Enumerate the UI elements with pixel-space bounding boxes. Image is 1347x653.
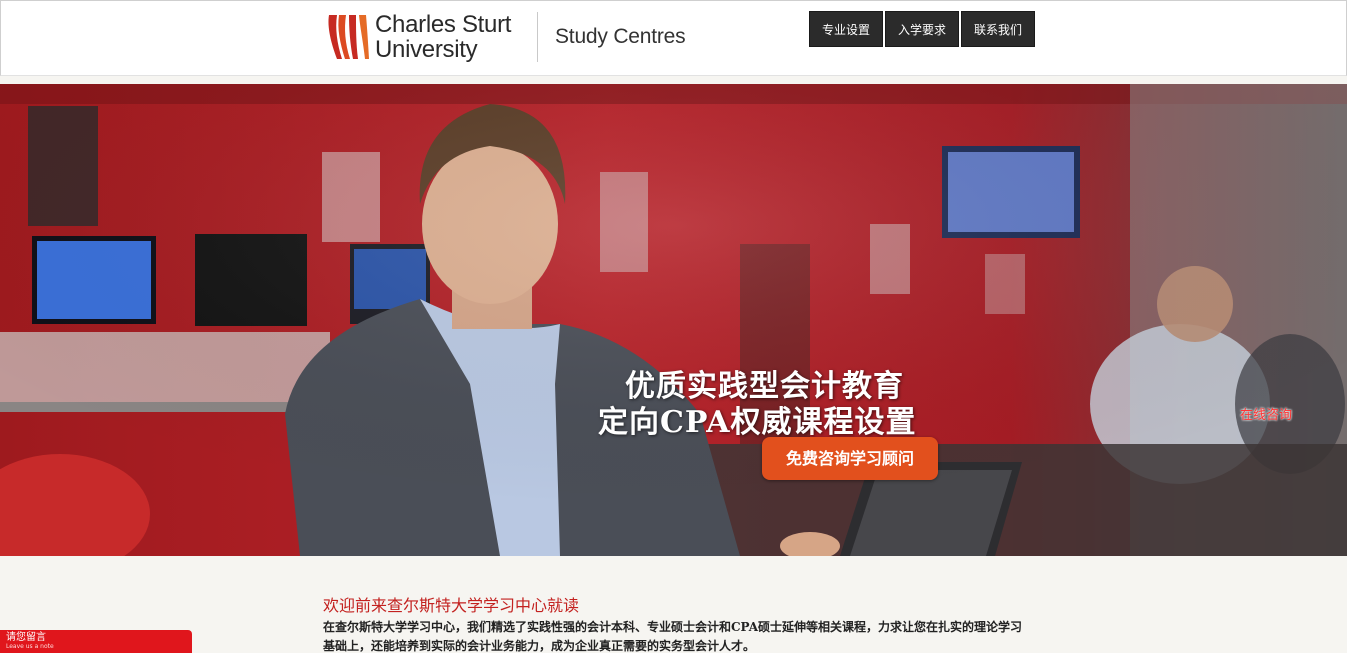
nav-item-admission[interactable]: 入学要求 — [885, 11, 960, 47]
leave-note-label: 请您留言 — [6, 632, 46, 643]
university-logo[interactable]: Charles Sturt University Study Centres — [323, 11, 693, 65]
site-header: Charles Sturt University Study Centres 专… — [0, 0, 1347, 76]
leave-note-sublabel: Leave us a note — [6, 643, 54, 650]
welcome-heading: 欢迎前来查尔斯特大学学习中心就读 — [323, 596, 580, 615]
leave-note-tab[interactable]: 请您留言 Leave us a note — [0, 630, 192, 653]
welcome-paragraph: 在查尔斯特大学学习中心，我们精选了实践性强的会计本科、专业硕士会计和CPA硕士延… — [323, 620, 1023, 653]
csu-logo-icon — [328, 15, 369, 59]
nav-item-programs[interactable]: 专业设置 — [809, 11, 884, 47]
logo-line2: University — [375, 36, 478, 63]
hero-headline-line2: 定向CPA权威课程设置 — [598, 405, 917, 440]
hero-banner: 优质实践型会计教育 定向CPA权威课程设置 免费咨询学习顾问 在线咨询 — [0, 84, 1347, 556]
logo-wordmark: Charles Sturt University — [375, 12, 511, 62]
study-centres-label: Study Centres — [555, 25, 686, 48]
hero-photo — [0, 84, 1347, 556]
logo-line1: Charles Sturt — [375, 11, 512, 38]
free-consult-button[interactable]: 免费咨询学习顾问 — [762, 437, 938, 480]
online-chat-link[interactable]: 在线咨询 — [1240, 404, 1292, 423]
nav-item-contact[interactable]: 联系我们 — [961, 11, 1036, 47]
logo-divider — [537, 12, 538, 62]
main-nav: 专业设置 入学要求 联系我们 — [809, 11, 1036, 47]
